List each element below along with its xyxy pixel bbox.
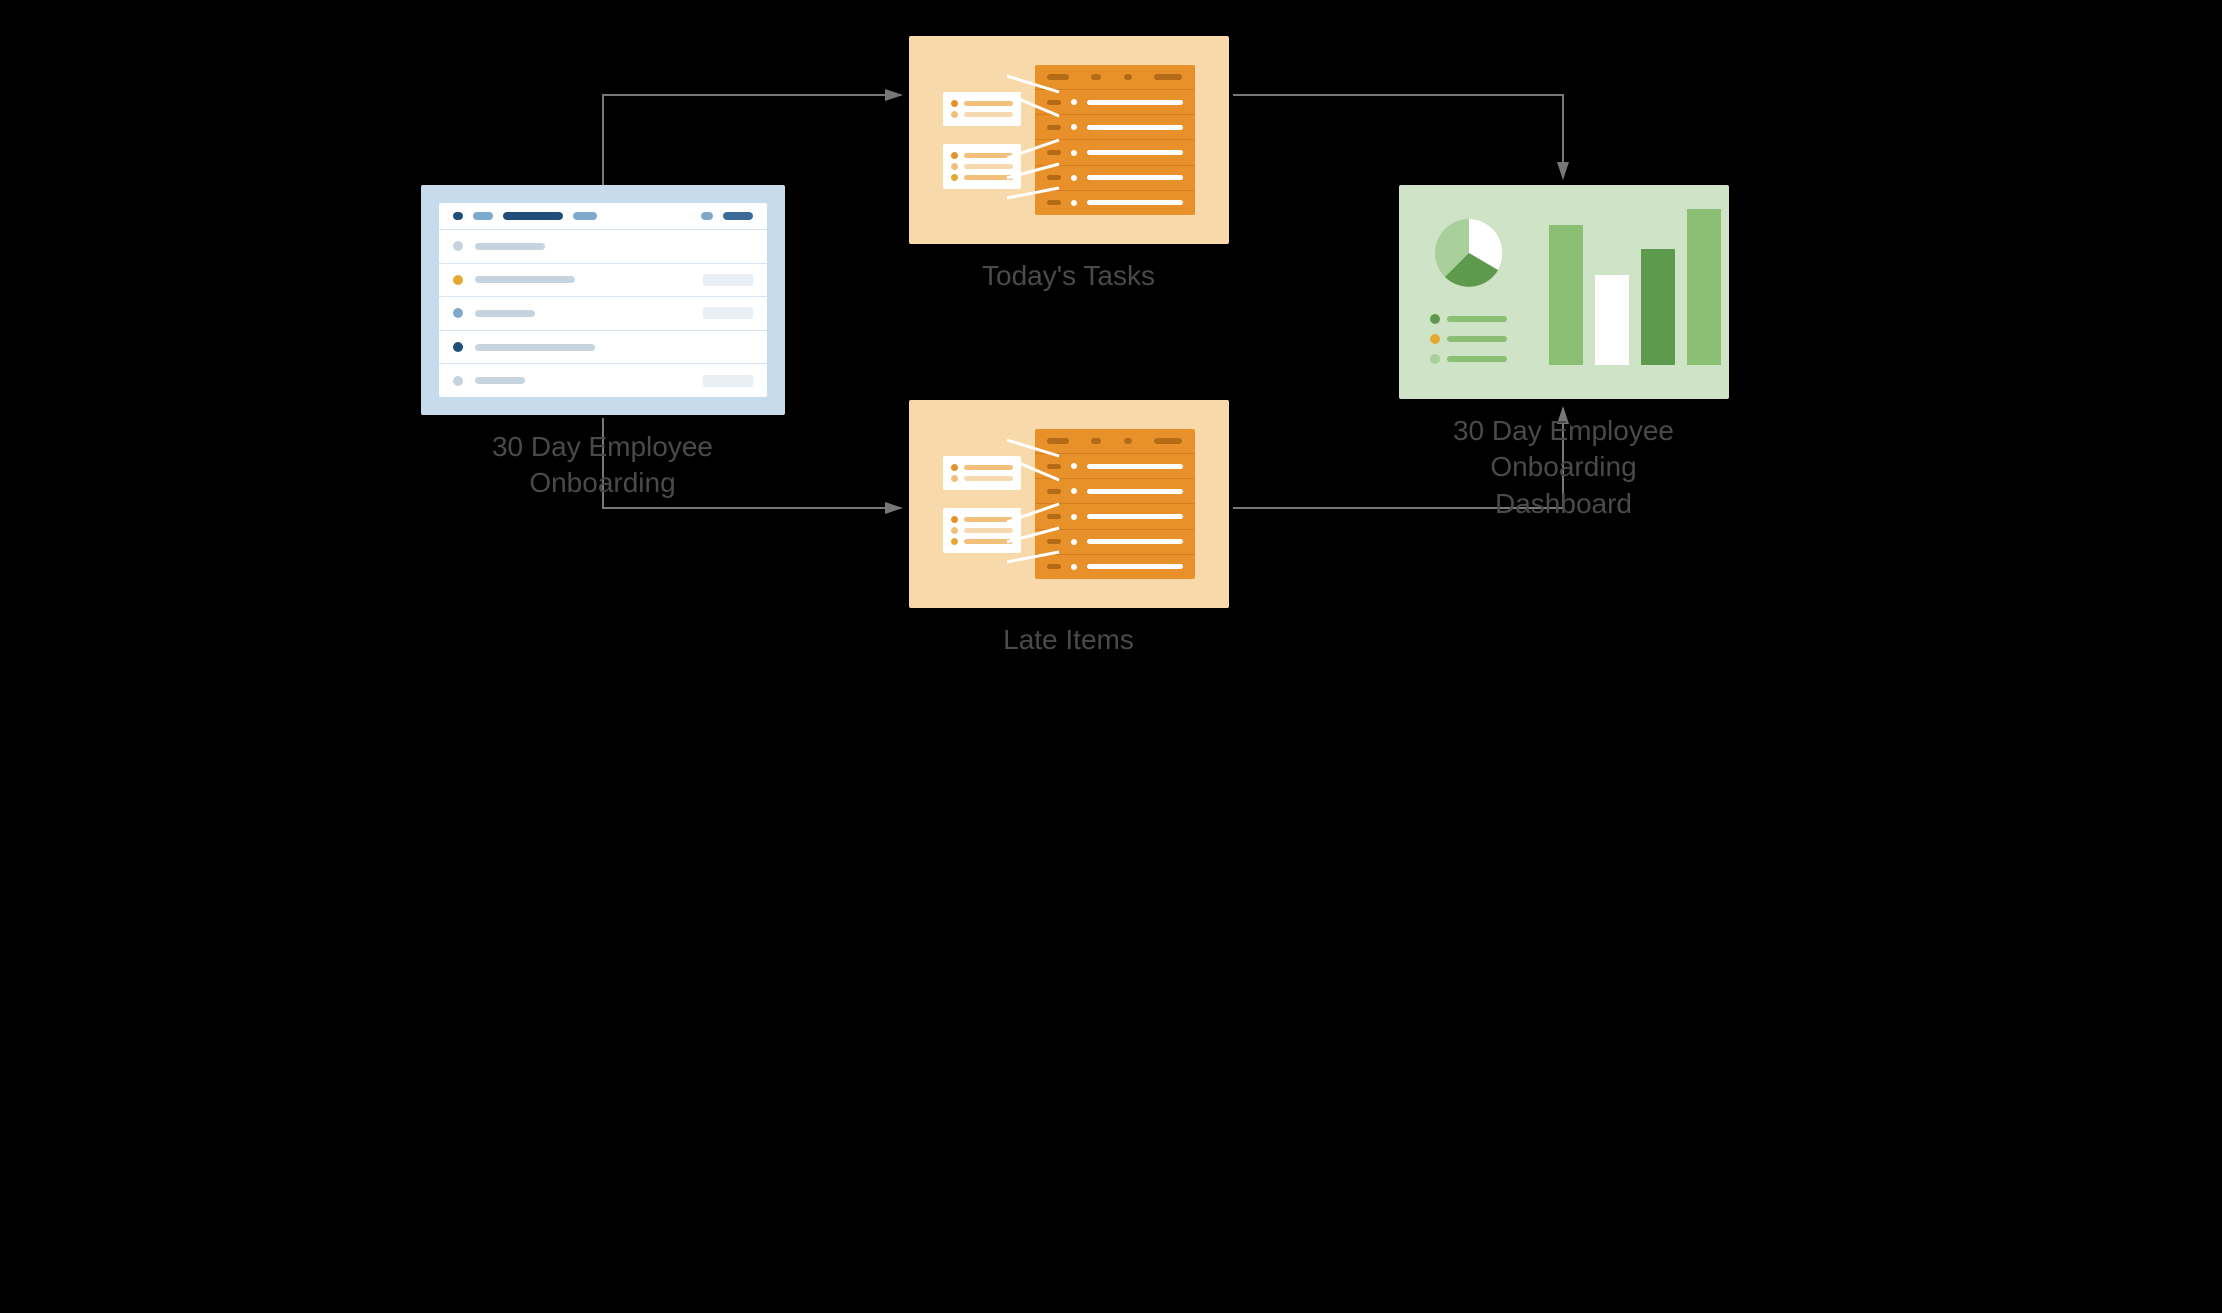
node-label: 30 Day EmployeeOnboarding (421, 429, 785, 502)
report-icon (909, 36, 1229, 244)
merge-lines-icon (1005, 66, 1061, 216)
node-dashboard: 30 Day EmployeeOnboardingDashboard (1399, 185, 1729, 522)
node-label: Late Items (909, 622, 1229, 658)
merge-lines-icon (1005, 430, 1061, 580)
node-report-bottom: Late Items (909, 400, 1229, 658)
node-label: Today's Tasks (909, 258, 1229, 294)
diagram-canvas: 30 Day EmployeeOnboarding (371, 0, 1852, 876)
node-source-sheet: 30 Day EmployeeOnboarding (421, 185, 785, 502)
node-report-top: Today's Tasks (909, 36, 1229, 294)
node-label: 30 Day EmployeeOnboardingDashboard (1399, 413, 1729, 522)
report-icon (909, 400, 1229, 608)
dashboard-icon (1399, 185, 1729, 399)
sheet-icon (421, 185, 785, 415)
